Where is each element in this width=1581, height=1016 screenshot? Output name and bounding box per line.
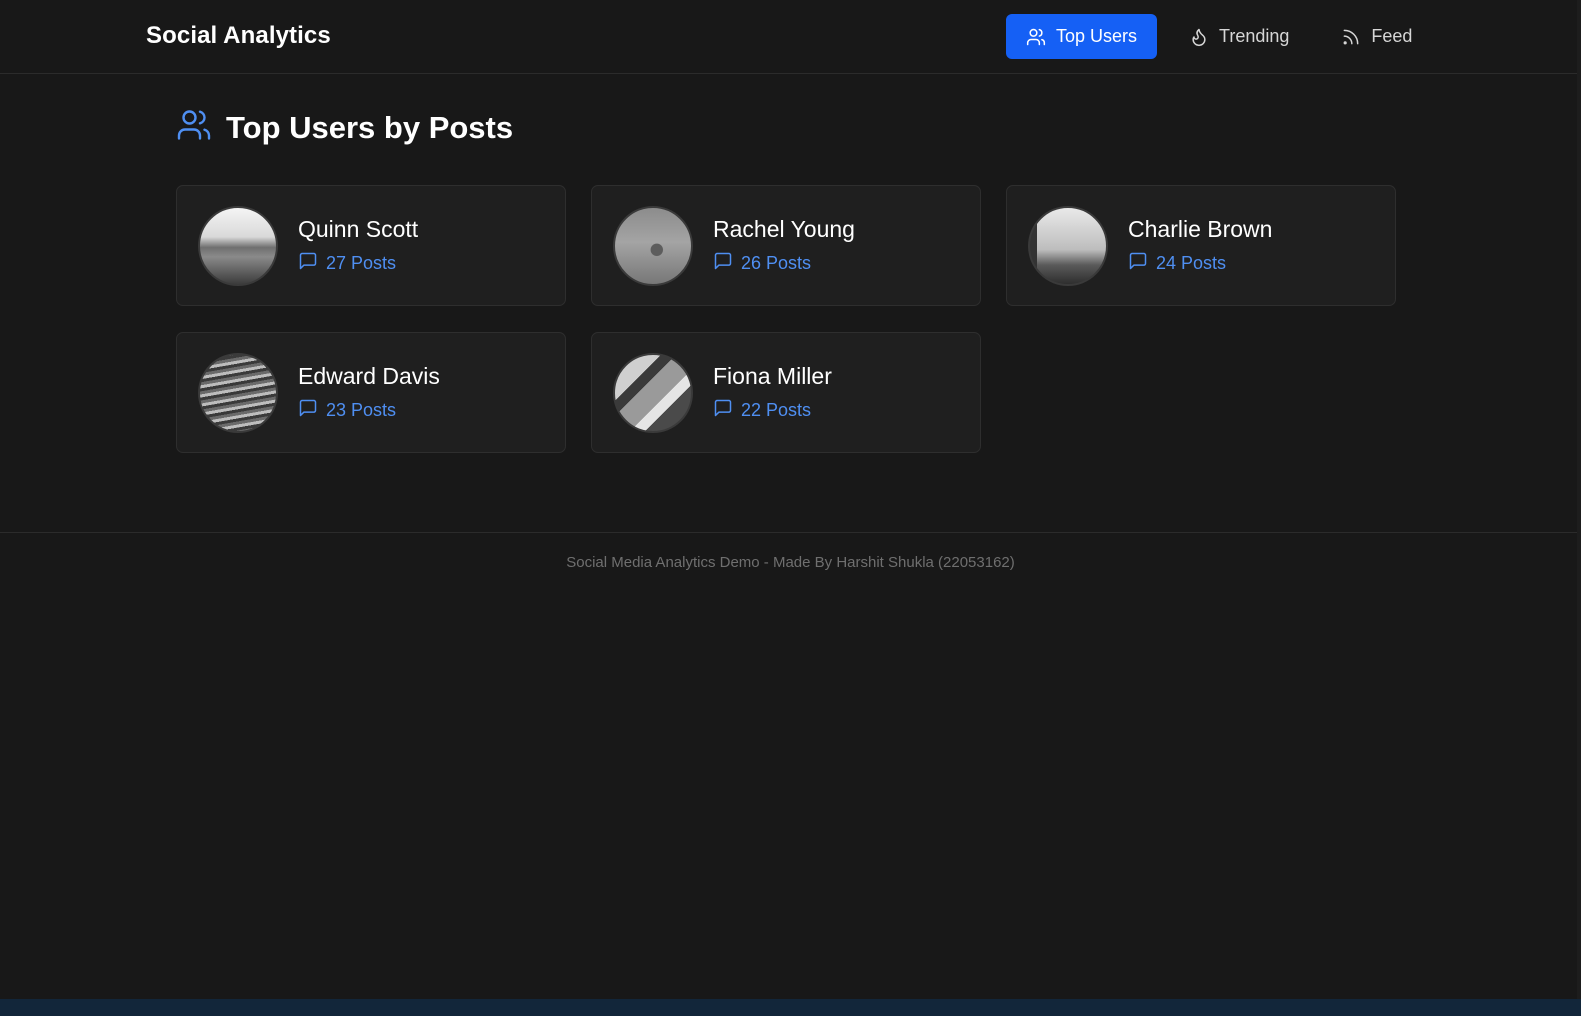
flame-icon xyxy=(1189,27,1209,47)
user-card[interactable]: Edward Davis 23 Posts xyxy=(176,332,566,453)
user-card[interactable]: Quinn Scott 27 Posts xyxy=(176,185,566,306)
nav-feed[interactable]: Feed xyxy=(1321,14,1432,59)
post-count: 23 Posts xyxy=(298,398,440,423)
avatar xyxy=(198,205,278,286)
avatar xyxy=(198,352,278,433)
scrollbar[interactable] xyxy=(1577,0,1581,999)
user-info: Edward Davis 23 Posts xyxy=(298,363,440,423)
avatar xyxy=(613,205,693,286)
user-card[interactable]: Rachel Young 26 Posts xyxy=(591,185,981,306)
user-cards-grid: Quinn Scott 27 Posts Rachel Young 26 Pos… xyxy=(176,185,1396,453)
users-icon xyxy=(176,107,212,148)
nav-trending-label: Trending xyxy=(1219,26,1290,46)
post-count: 26 Posts xyxy=(713,251,855,276)
nav-top-users-label: Top Users xyxy=(1056,26,1138,46)
user-info: Charlie Brown 24 Posts xyxy=(1128,216,1272,276)
comment-icon xyxy=(713,251,733,276)
post-count-label: 26 Posts xyxy=(741,252,812,273)
footer: Social Media Analytics Demo - Made By Ha… xyxy=(0,532,1581,571)
page-heading: Top Users by Posts xyxy=(176,107,513,148)
user-info: Rachel Young 26 Posts xyxy=(713,216,855,276)
nav-feed-label: Feed xyxy=(1371,26,1413,46)
comment-icon xyxy=(298,251,318,276)
post-count-label: 24 Posts xyxy=(1156,252,1227,273)
user-card[interactable]: Charlie Brown 24 Posts xyxy=(1006,185,1396,306)
rss-icon xyxy=(1341,27,1361,47)
users-icon xyxy=(1026,27,1046,47)
user-info: Fiona Miller 22 Posts xyxy=(713,363,832,423)
user-name: Quinn Scott xyxy=(298,215,419,242)
post-count-label: 27 Posts xyxy=(326,252,397,273)
post-count: 22 Posts xyxy=(713,398,832,423)
nav-top-users[interactable]: Top Users xyxy=(1006,14,1158,59)
post-count-label: 22 Posts xyxy=(741,399,812,420)
user-name: Fiona Miller xyxy=(713,362,832,389)
user-card[interactable]: Fiona Miller 22 Posts xyxy=(591,332,981,453)
bottom-edge-strip xyxy=(0,999,1581,1016)
post-count: 24 Posts xyxy=(1128,251,1272,276)
comment-icon xyxy=(1128,251,1148,276)
avatar xyxy=(1028,205,1108,286)
user-name: Charlie Brown xyxy=(1128,215,1273,242)
footer-text: Social Media Analytics Demo - Made By Ha… xyxy=(566,554,1015,571)
nav-trending[interactable]: Trending xyxy=(1169,14,1309,59)
main-nav: Top Users Trending Feed xyxy=(1006,14,1432,59)
comment-icon xyxy=(298,398,318,423)
post-count: 27 Posts xyxy=(298,251,418,276)
user-name: Rachel Young xyxy=(713,215,855,242)
page-title: Top Users by Posts xyxy=(226,109,514,145)
avatar xyxy=(613,352,693,433)
user-name: Edward Davis xyxy=(298,362,440,389)
comment-icon xyxy=(713,398,733,423)
user-info: Quinn Scott 27 Posts xyxy=(298,216,418,276)
post-count-label: 23 Posts xyxy=(326,399,397,420)
app-title[interactable]: Social Analytics xyxy=(146,22,331,50)
top-navbar: Social Analytics Top Users Trending Feed xyxy=(0,0,1581,74)
